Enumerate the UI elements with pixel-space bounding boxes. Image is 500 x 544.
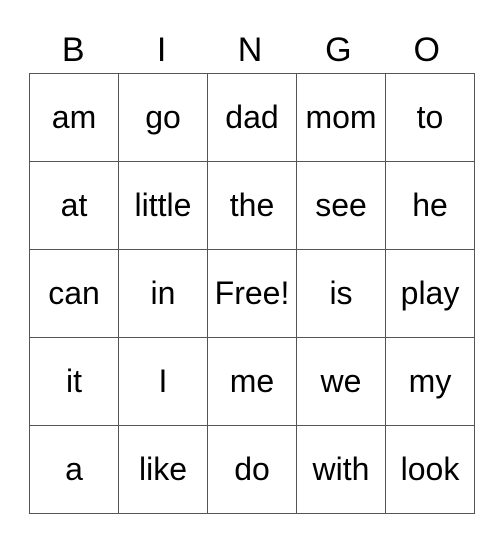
card-cell[interactable]: with [296,425,386,514]
free-space-cell[interactable]: Free! [207,249,297,338]
card-cell[interactable]: we [296,337,386,426]
card-cell[interactable]: me [207,337,297,426]
card-row: can in Free! is play [29,249,475,338]
card-row: it I me we my [29,337,475,426]
bingo-header: B I N G O [29,28,471,73]
card-cell[interactable]: see [296,161,386,250]
card-cell[interactable]: my [385,337,475,426]
card-cell[interactable]: look [385,425,475,514]
card-cell[interactable]: it [29,337,119,426]
header-letter: I [156,31,167,69]
card-cell[interactable]: a [29,425,119,514]
card-cell[interactable]: in [118,249,208,338]
card-cell[interactable]: dad [207,73,297,162]
card-row: am go dad mom to [29,73,475,162]
card-cell[interactable]: go [118,73,208,162]
header-letter: G [325,31,352,69]
card-row: at little the see he [29,161,475,250]
card-row: a like do with look [29,425,475,514]
card-cell[interactable]: to [385,73,475,162]
card-cell[interactable]: little [118,161,208,250]
header-letter: B [61,31,85,69]
card-cell[interactable]: am [29,73,119,162]
card-cell[interactable]: he [385,161,475,250]
card-cell[interactable]: I [118,337,208,426]
card-cell[interactable]: mom [296,73,386,162]
card-cell[interactable]: do [207,425,297,514]
card-cell[interactable]: is [296,249,386,338]
card-cell[interactable]: the [207,161,297,250]
card-cell[interactable]: can [29,249,119,338]
card-cell[interactable]: play [385,249,475,338]
card-cell[interactable]: like [118,425,208,514]
header-letter: N [237,31,263,69]
bingo-card: am go dad mom to at little the see he ca… [29,73,475,514]
header-letter: O [413,31,440,69]
card-cell[interactable]: at [29,161,119,250]
